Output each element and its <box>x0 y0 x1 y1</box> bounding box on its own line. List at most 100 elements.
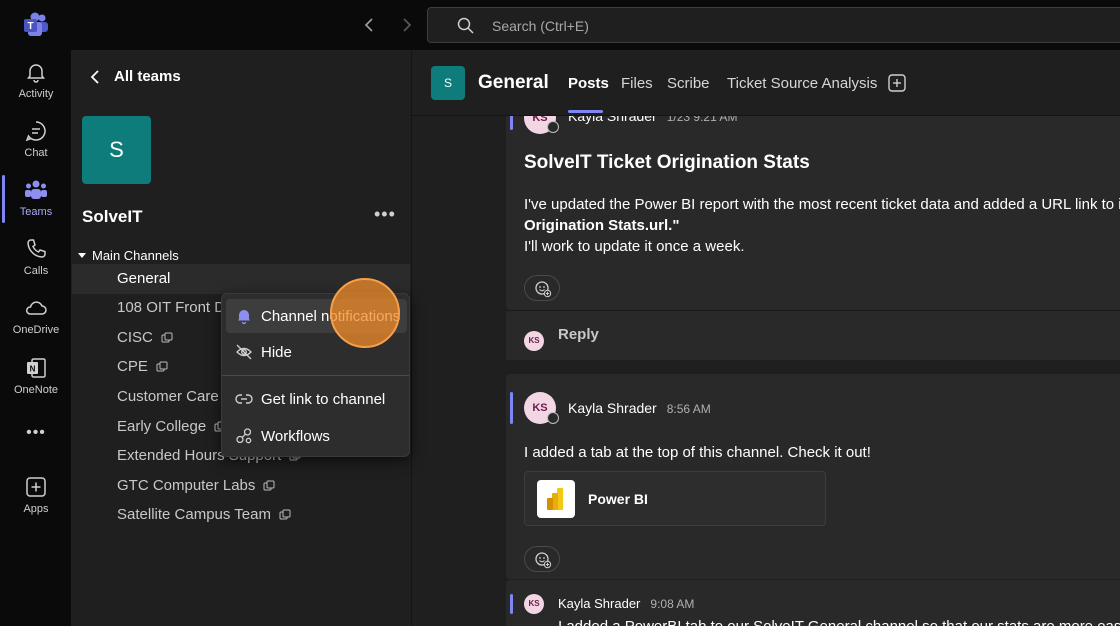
channel-label: General <box>117 270 171 287</box>
menu-item-get-link[interactable]: Get link to channel <box>226 382 407 416</box>
onenote-icon: N <box>27 358 46 378</box>
caret-down-icon <box>78 252 86 258</box>
all-teams-link[interactable]: All teams <box>90 68 181 85</box>
shared-channel-icon <box>156 361 168 371</box>
avatar: KS <box>524 331 544 351</box>
emoji-reaction-icon <box>535 281 552 298</box>
post-timestamp: 1/23 9:21 AM <box>666 116 738 124</box>
phone-icon <box>27 239 46 258</box>
channel-item-customer-care[interactable]: Customer Care T <box>117 388 232 405</box>
author-name[interactable]: Kayla Shrader <box>558 596 640 611</box>
channel-label: Early College <box>117 418 207 435</box>
thread-indicator <box>510 392 513 424</box>
post-author: Kayla Shrader 8:56 AM <box>568 400 711 416</box>
post-body: I added a PowerBI tab to our SolveIT Gen… <box>558 616 1120 626</box>
rail-item-apps[interactable]: Apps <box>0 475 72 531</box>
author-name[interactable]: Kayla Shrader <box>568 116 657 124</box>
section-main-channels[interactable]: Main Channels <box>78 248 179 263</box>
menu-item-label: Get link to channel <box>261 390 386 408</box>
tab-files[interactable]: Files <box>621 75 653 92</box>
channel-item-108-oit[interactable]: 108 OIT Front D <box>117 299 225 316</box>
rail-item-calls[interactable]: Calls <box>0 237 72 293</box>
back-arrow-icon[interactable] <box>360 14 380 36</box>
presence-status-icon <box>547 121 559 133</box>
avatar[interactable]: KS <box>524 594 544 614</box>
svg-text:N: N <box>30 365 36 374</box>
channel-label: CISC <box>117 329 153 346</box>
posts-feed: KS Kayla Shrader 1/23 9:21 AM SolveIT Tic… <box>412 116 1120 626</box>
post-author: Kayla Shrader 9:08 AM <box>558 596 694 611</box>
team-more-options-button[interactable]: ••• <box>374 204 396 225</box>
add-reaction-button[interactable] <box>524 275 560 301</box>
author-name[interactable]: Kayla Shrader <box>568 400 657 416</box>
power-bi-tab-card[interactable]: Power BI <box>524 471 826 526</box>
add-tab-icon[interactable] <box>888 74 906 92</box>
bell-icon <box>27 64 45 83</box>
rail-item-activity[interactable]: Activity <box>0 60 72 116</box>
post-timestamp: 9:08 AM <box>650 597 695 611</box>
cloud-icon <box>26 301 47 315</box>
shared-channel-icon <box>263 480 275 490</box>
thread-indicator <box>510 594 513 614</box>
rail-item-teams[interactable]: Teams <box>0 178 72 234</box>
post-title: SolveIT Ticket Origination Stats <box>524 152 810 173</box>
search-icon <box>457 17 474 34</box>
channel-label: 108 OIT Front D <box>117 299 226 316</box>
channel-label: Satellite Campus Team <box>117 506 271 523</box>
rail-item-onenote[interactable]: N OneNote <box>0 356 72 412</box>
title-bar: T Search (Ctrl+E) <box>0 0 1120 50</box>
tab-scribe[interactable]: Scribe <box>667 75 710 92</box>
team-name: SolveIT <box>82 207 143 226</box>
channel-item-early-college[interactable]: Early College <box>117 418 226 435</box>
chat-icon <box>25 121 46 142</box>
post-author: Kayla Shrader 1/23 9:21 AM <box>568 116 737 124</box>
power-bi-label: Power BI <box>588 491 648 507</box>
rail-item-chat[interactable]: Chat <box>0 119 72 175</box>
bell-icon <box>238 310 250 325</box>
post-body-line: I'll work to update it once a week. <box>524 238 745 255</box>
menu-item-workflows[interactable]: Workflows <box>226 419 407 453</box>
menu-item-label: Hide <box>261 343 292 361</box>
channel-avatar: S <box>431 66 465 100</box>
click-highlight-indicator <box>330 278 400 348</box>
more-apps-button[interactable]: ••• <box>0 424 72 448</box>
rail-label: Chat <box>24 147 48 159</box>
add-reaction-button[interactable] <box>524 546 560 572</box>
section-label: Main Channels <box>92 248 179 263</box>
channel-label: CPE <box>117 358 148 375</box>
rail-label: Calls <box>23 265 49 277</box>
teams-logo-icon: T <box>24 12 48 36</box>
shared-channel-icon <box>161 332 173 342</box>
channel-item-general[interactable]: General <box>117 270 170 287</box>
channel-header: S General Posts Files Scribe Ticket Sour… <box>412 50 1120 116</box>
presence-status-icon <box>547 412 559 424</box>
channel-item-satellite-campus[interactable]: Satellite Campus Team <box>117 506 291 523</box>
rail-label: OneNote <box>13 384 59 396</box>
emoji-reaction-icon <box>535 552 552 569</box>
channel-title: General <box>478 72 549 93</box>
reply-button[interactable]: Reply <box>558 326 599 343</box>
channel-item-gtc-labs[interactable]: GTC Computer Labs <box>117 477 275 494</box>
tab-posts[interactable]: Posts <box>568 75 609 92</box>
rail-label: Apps <box>23 503 49 515</box>
post-body-line: Origination Stats.url." <box>524 217 680 234</box>
post-timestamp: 8:56 AM <box>666 402 711 416</box>
team-avatar[interactable]: S <box>82 116 151 184</box>
chevron-left-icon <box>90 69 99 84</box>
eye-off-icon <box>236 344 252 360</box>
thread-indicator <box>510 116 513 130</box>
workflows-icon <box>236 428 252 444</box>
reply-row[interactable]: KS Reply <box>506 310 1120 360</box>
forward-arrow-icon[interactable] <box>396 14 416 36</box>
svg-text:T: T <box>27 21 33 32</box>
rail-label: OneDrive <box>12 324 60 336</box>
channel-item-cisc[interactable]: CISC <box>117 329 173 346</box>
channel-item-cpe[interactable]: CPE <box>117 358 168 375</box>
search-input[interactable]: Search (Ctrl+E) <box>427 7 1120 43</box>
rail-item-onedrive[interactable]: OneDrive <box>0 296 72 352</box>
rail-label: Activity <box>18 88 54 100</box>
add-apps-icon <box>26 477 46 497</box>
rail-label: Teams <box>19 206 53 218</box>
tab-ticket-source-analysis[interactable]: Ticket Source Analysis <box>727 75 877 92</box>
power-bi-icon <box>537 480 575 518</box>
